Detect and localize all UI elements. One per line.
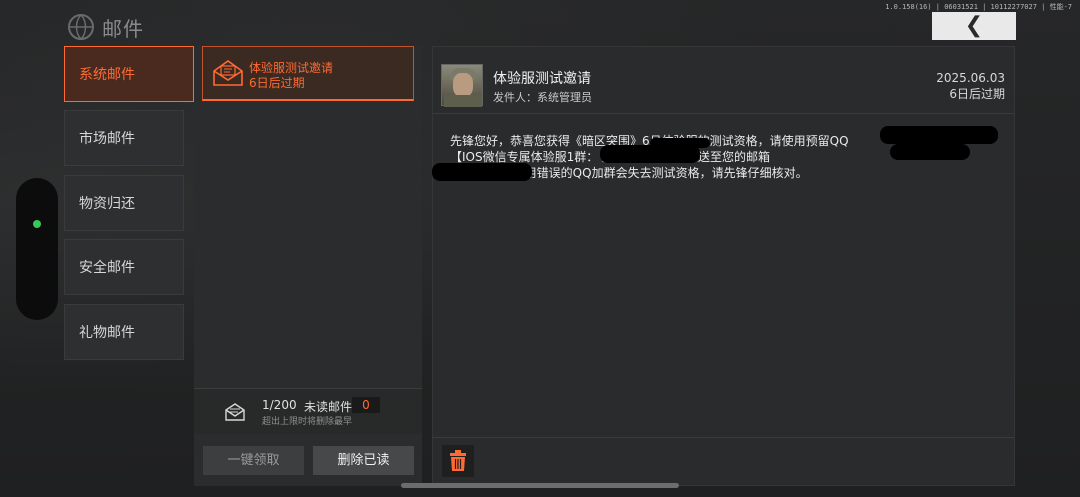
- back-button[interactable]: ❮: [932, 12, 1016, 40]
- category-label: 安全邮件: [79, 260, 135, 276]
- chevron-left-icon: ❮: [964, 13, 984, 38]
- detail-decor-line: [440, 46, 1010, 52]
- envelope-stack-icon: [224, 402, 246, 422]
- globe-icon: [64, 12, 98, 42]
- mail-detail-date: 2025.06.03: [936, 71, 1005, 85]
- mail-detail-title: 体验服测试邀请: [493, 71, 591, 87]
- category-gift-mail[interactable]: 礼物邮件: [64, 304, 184, 360]
- page-title: 邮件: [102, 17, 144, 41]
- redaction-mark: [890, 144, 970, 160]
- redaction-mark: [650, 138, 710, 148]
- divider: [433, 437, 1014, 438]
- category-market-mail[interactable]: 市场邮件: [64, 110, 184, 166]
- mail-list-item[interactable]: 体验服测试邀请 6日后过期: [202, 46, 414, 101]
- unread-count-badge: 0: [352, 397, 380, 413]
- side-drawer-handle[interactable]: [16, 178, 58, 320]
- category-security-mail[interactable]: 安全邮件: [64, 239, 184, 295]
- redaction-mark: [880, 126, 998, 144]
- delete-read-button[interactable]: 删除已读: [313, 446, 414, 475]
- mail-count: 1/200: [262, 398, 297, 412]
- category-label: 市场邮件: [79, 131, 135, 147]
- status-dot: [33, 220, 41, 228]
- mail-count-bar: 1/200 未读邮件 0 超出上限时将删除最早: [194, 388, 422, 434]
- envelope-open-icon: [212, 59, 244, 87]
- category-system-mail[interactable]: 系统邮件: [64, 46, 194, 102]
- version-info: 1.0.158(16) | 06031521 | 10112277027 | 性…: [885, 3, 1072, 11]
- mail-detail-header: 体验服测试邀请 发件人：系统管理员 2025.06.03 6日后过期: [433, 58, 1014, 114]
- category-label: 物资归还: [79, 196, 135, 212]
- top-bar: 邮件 1.0.158(16) | 06031521 | 10112277027 …: [0, 0, 1080, 46]
- avatar: [441, 64, 483, 107]
- home-indicator[interactable]: [401, 483, 679, 488]
- category-label: 礼物邮件: [79, 325, 135, 341]
- mail-detail-sender: 发件人：系统管理员: [493, 91, 592, 104]
- delete-mail-button[interactable]: [442, 445, 474, 477]
- trash-icon: [450, 450, 466, 471]
- category-supply-return[interactable]: 物资归还: [64, 175, 184, 231]
- unread-label: 未读邮件: [304, 400, 353, 414]
- body-line: qq.com】。使用错误的QQ加群会失去测试资格，请先锋仔细核对。: [450, 166, 808, 180]
- mail-detail-expiry: 6日后过期: [949, 87, 1005, 101]
- claim-all-button[interactable]: 一键领取: [203, 446, 304, 475]
- redaction-mark: [432, 163, 532, 181]
- limit-note: 超出上限时将删除最早: [262, 417, 353, 427]
- category-label: 系统邮件: [79, 67, 135, 83]
- mail-item-expiry: 6日后过期: [249, 76, 305, 90]
